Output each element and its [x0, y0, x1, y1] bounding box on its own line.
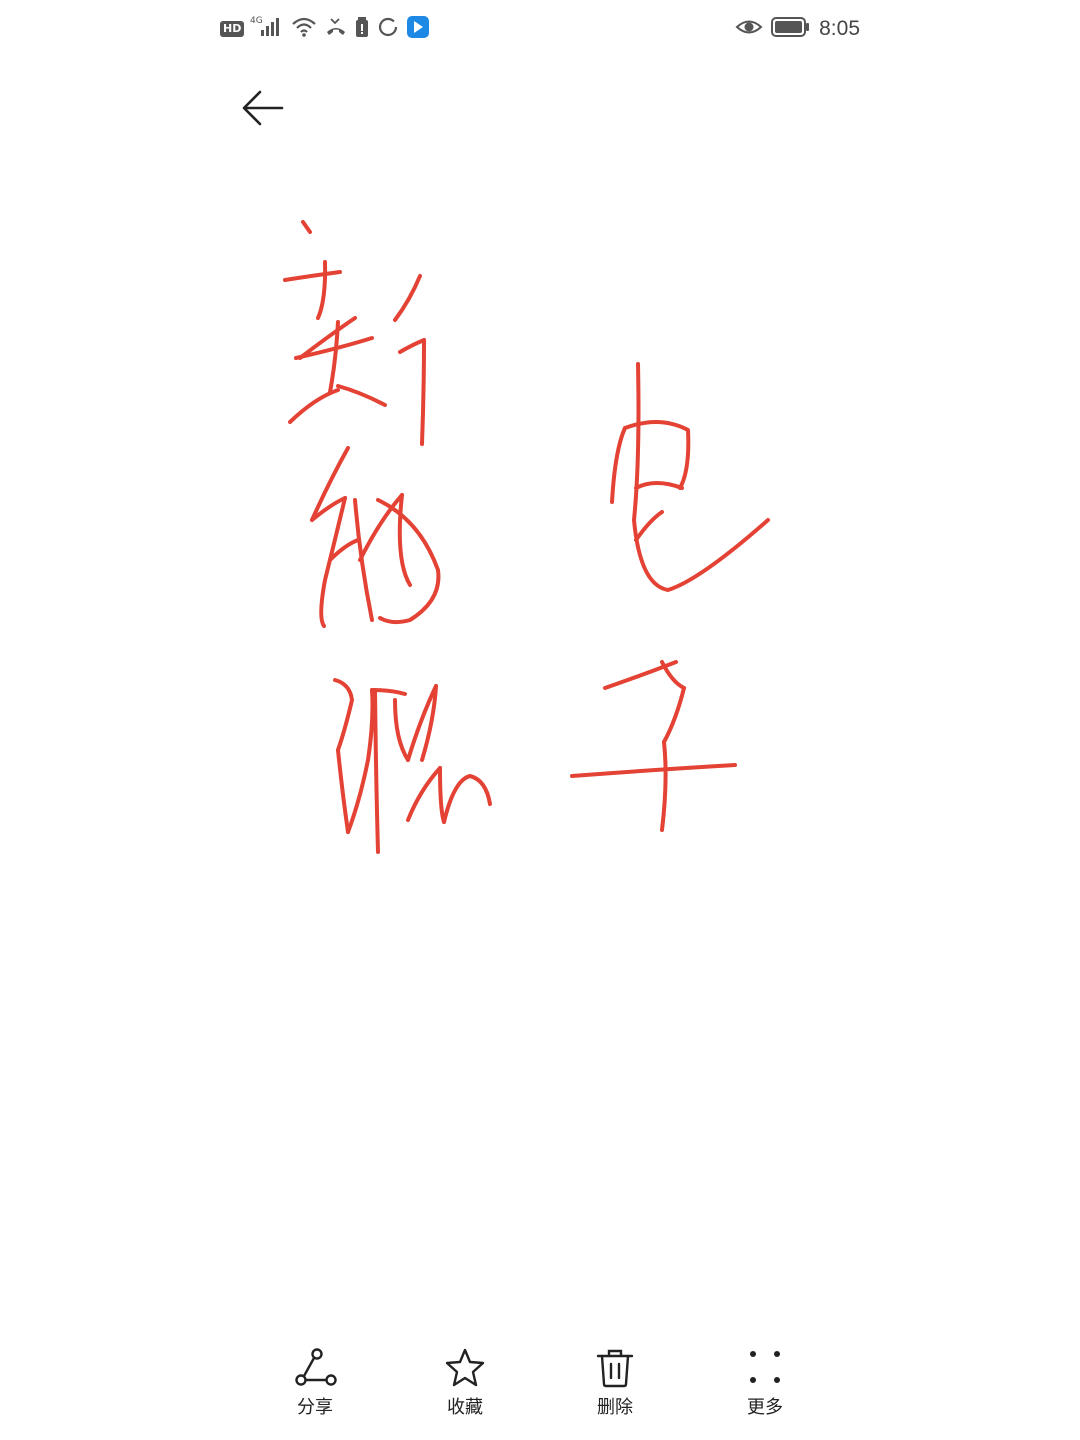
- battery-icon: [771, 16, 811, 42]
- back-button[interactable]: [240, 86, 286, 132]
- handwritten-char-dian: [610, 362, 770, 592]
- favorite-button[interactable]: 收藏: [405, 1346, 525, 1430]
- status-bar-left: HD 4G: [220, 14, 430, 44]
- favorite-label: 收藏: [447, 1397, 483, 1418]
- handwriting-image: [283, 220, 770, 854]
- bottom-toolbar: 分享 收藏 删除 更多: [240, 1346, 840, 1430]
- handwritten-char-xin: [283, 220, 426, 446]
- missed-call-icon: [324, 15, 348, 43]
- battery-saver-icon: [354, 15, 370, 43]
- trash-icon: [596, 1349, 634, 1388]
- status-bar-right: 8:05: [735, 14, 860, 44]
- delete-label: 删除: [597, 1397, 633, 1418]
- eye-comfort-icon: [735, 16, 763, 42]
- delete-button[interactable]: 删除: [555, 1346, 675, 1430]
- app-notification-icon: [406, 15, 430, 43]
- share-button[interactable]: 分享: [255, 1346, 375, 1430]
- more-icon: [750, 1351, 780, 1383]
- more-button[interactable]: 更多: [705, 1346, 825, 1430]
- share-label: 分享: [297, 1397, 333, 1418]
- photo-viewer-screen: HD 4G 8:05 分享 收藏 删除 更多: [0, 0, 1080, 1440]
- wifi-icon: [290, 15, 318, 43]
- handwritten-char-che: [570, 660, 737, 832]
- star-icon: [445, 1348, 485, 1387]
- status-bar: HD 4G 8:05: [220, 10, 860, 46]
- hd-badge: HD: [220, 21, 245, 37]
- share-icon: [295, 1348, 337, 1386]
- handwritten-char-neng: [310, 446, 441, 628]
- cellular-signal-icon: 4G: [250, 14, 284, 44]
- status-clock: 8:05: [819, 17, 860, 40]
- more-label: 更多: [747, 1397, 783, 1418]
- back-arrow-icon: [242, 90, 284, 126]
- handwritten-char-yuan: [333, 678, 492, 854]
- photo-image[interactable]: [0, 160, 1080, 1320]
- network-type-label: 4G: [250, 16, 263, 26]
- sync-icon: [376, 15, 400, 43]
